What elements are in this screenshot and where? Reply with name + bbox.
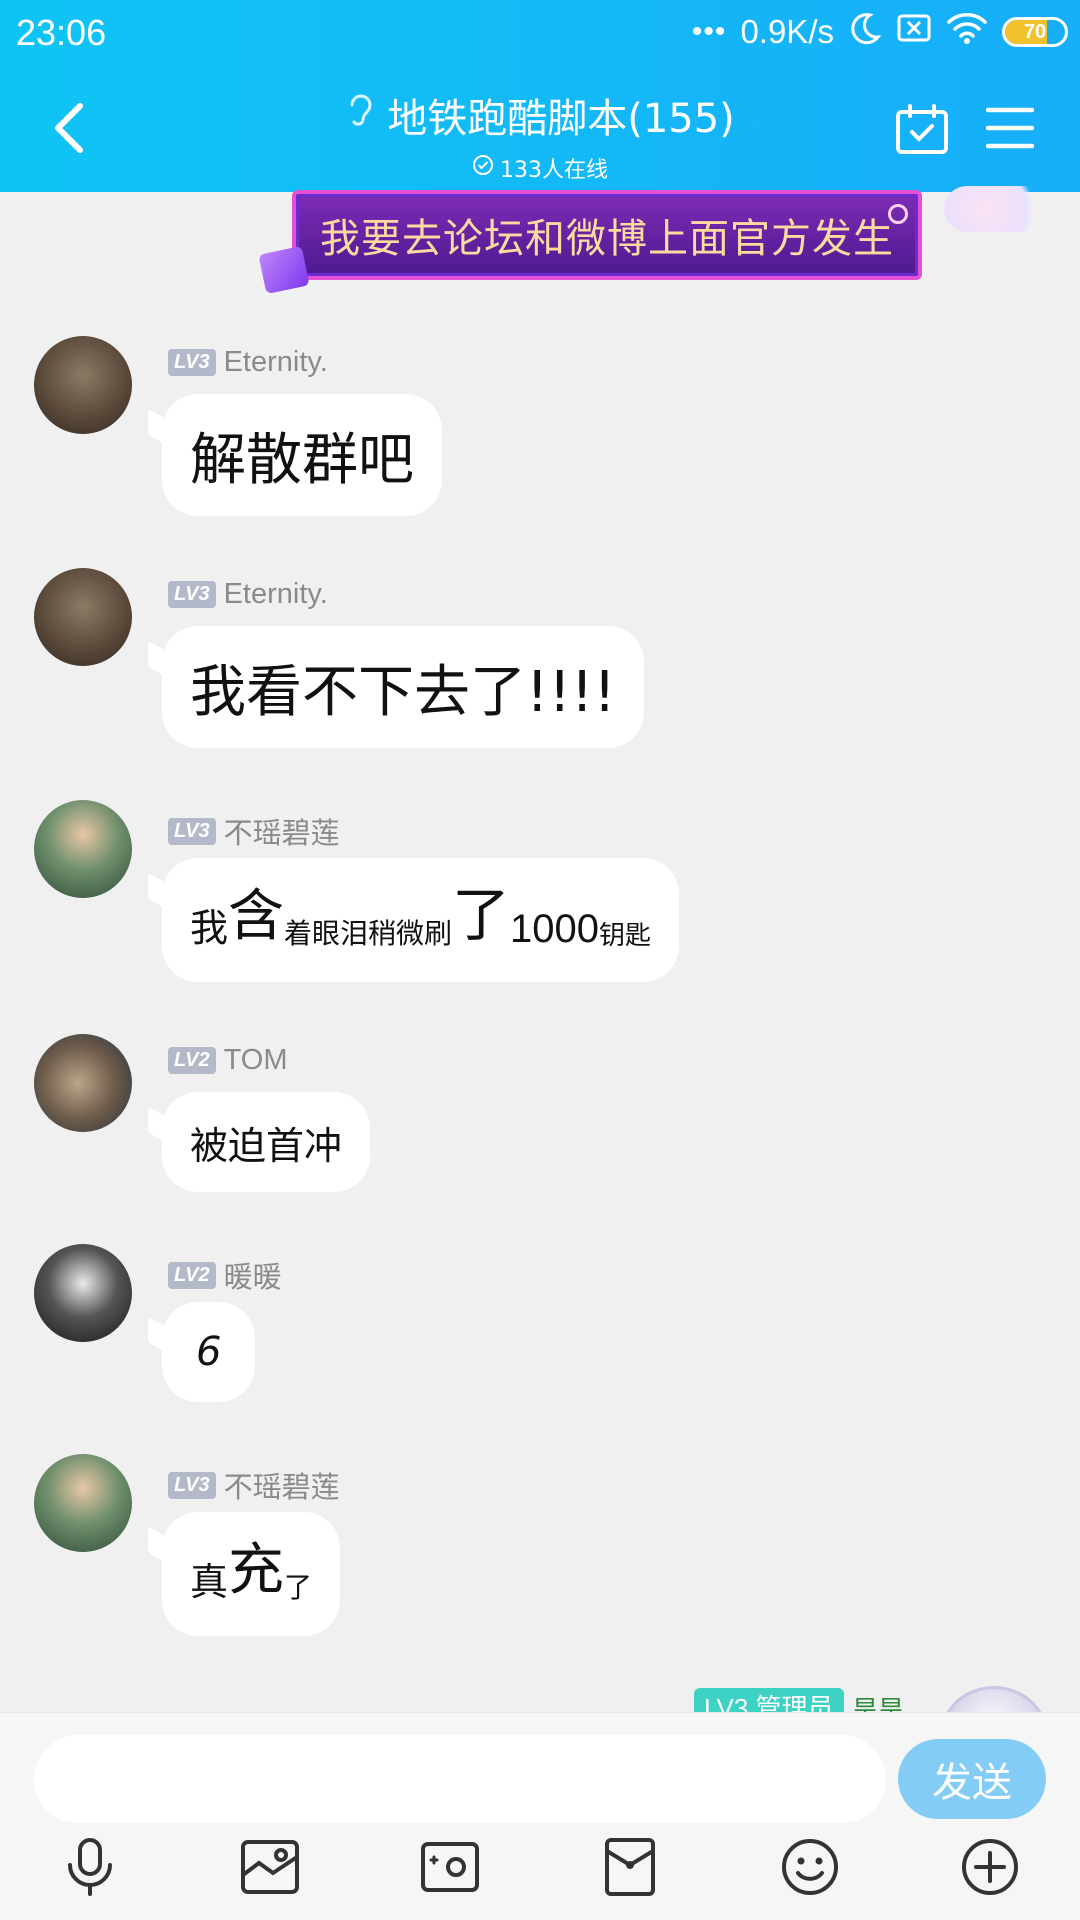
sticker-decoration [944,186,1050,232]
message-text-segment: 充 [228,1538,285,1603]
signal-dots: ••• [691,15,727,48]
red-packet-icon[interactable] [598,1835,662,1899]
online-check-icon [472,154,494,182]
camera-icon[interactable] [418,1835,482,1899]
sender-name[interactable]: TOM [224,1044,288,1077]
message-text-segment: 钥匙 [599,921,652,951]
message-text-segment: 含 [228,884,285,949]
send-button[interactable]: 发送 [898,1739,1046,1819]
message-bubble[interactable]: 解散群吧 [162,394,442,516]
banner-text: 我要去论坛和微博上面官方发生 [320,216,894,262]
message-bubble[interactable]: 我看不下去了!!!! [162,626,644,748]
plus-icon[interactable] [958,1835,1022,1899]
sim-off-icon [896,13,932,51]
sender-name[interactable]: 暖暖 [224,1254,282,1296]
message-text: 解散群吧 [190,427,414,493]
message-text: 被迫首冲 [190,1123,343,1168]
admin-badge: LV3 管理员 [694,1688,844,1714]
message-text-segment: 着眼泪稍微刷 [284,917,453,950]
menu-button[interactable] [985,106,1035,150]
message-text-segment: 我 [190,906,229,950]
sender-name[interactable]: 旱旱 [852,1690,904,1714]
sender-info: LV3 不瑶碧莲 [168,1464,340,1506]
message-input[interactable] [34,1735,886,1823]
microphone-icon[interactable] [58,1835,122,1899]
message-item-partial: LV3 管理员 旱旱 [0,1680,1080,1714]
message-text-segment: 了 [452,881,511,949]
level-badge: LV3 [168,1471,216,1499]
group-title: 地铁跑酷脚本(155) [387,96,735,142]
message-text: 我看不下去了!!!! [190,659,616,725]
sender-info: LV2 TOM [168,1044,287,1077]
sender-info: LV3 Eternity. [168,578,328,611]
message-text-segment: 真 [190,1560,229,1604]
sender-name[interactable]: Eternity. [224,578,328,611]
sender-info: LV3 Eternity. [168,346,328,379]
bottom-input-bar: 发送 [0,1712,1080,1920]
image-icon[interactable] [238,1835,302,1899]
message-text-segment: 了 [284,1571,313,1604]
message-text-segment: 1000 [510,907,600,951]
battery-icon: 70 [1002,17,1068,47]
avatar[interactable] [940,1686,1048,1714]
level-badge: LV3 [168,349,216,376]
status-time: 23:06 [16,12,107,53]
emoji-icon[interactable] [778,1835,842,1899]
banner-ornament-icon [888,204,908,224]
moon-icon [848,11,882,53]
status-bar: 23:06 ••• 0.9K/s 70 [0,0,1080,66]
banner-frame: 我要去论坛和微博上面官方发生 [292,190,922,280]
online-count: 133人在线 [500,158,608,183]
message-bubble[interactable]: 6 [162,1302,256,1402]
level-badge: LV2 [168,1261,216,1289]
avatar[interactable] [34,568,132,666]
battery-level: 70 [1023,21,1047,43]
message-bubble[interactable]: 我 含 着眼泪稍微刷 了 1000 钥匙 [162,858,680,982]
avatar[interactable] [34,1454,132,1552]
message-bubble[interactable]: 被迫首冲 [162,1092,371,1192]
level-badge: LV3 [168,581,216,608]
sender-info: LV2 暖暖 [168,1254,282,1296]
level-badge: LV3 [168,817,216,845]
avatar[interactable] [34,1034,132,1132]
level-badge: LV2 [168,1047,216,1074]
announcement-banner[interactable]: 我要去论坛和微博上面官方发生 [258,190,922,295]
ear-icon [345,90,375,140]
back-button[interactable] [44,98,100,158]
status-right: ••• 0.9K/s 70 [692,10,1068,54]
top-bar: 23:06 ••• 0.9K/s 70 地铁跑酷脚本(155) 133人在线 [0,0,1080,192]
wifi-icon [946,11,988,53]
checkin-calendar-button[interactable] [894,104,950,156]
message-bubble[interactable]: 真 充 了 [162,1512,341,1636]
chat-title-area[interactable]: 地铁跑酷脚本(155) 133人在线 [310,86,770,184]
avatar[interactable] [34,1244,132,1342]
sender-info: LV3 不瑶碧莲 [168,810,340,852]
message-text: 6 [196,1329,222,1375]
network-speed: 0.9K/s [740,13,834,50]
avatar[interactable] [34,336,132,434]
sender-name[interactable]: 不瑶碧莲 [224,1464,340,1506]
sender-name[interactable]: Eternity. [224,346,328,379]
banner-badge-icon [258,245,310,295]
avatar[interactable] [34,800,132,898]
sender-name[interactable]: 不瑶碧莲 [224,810,340,852]
